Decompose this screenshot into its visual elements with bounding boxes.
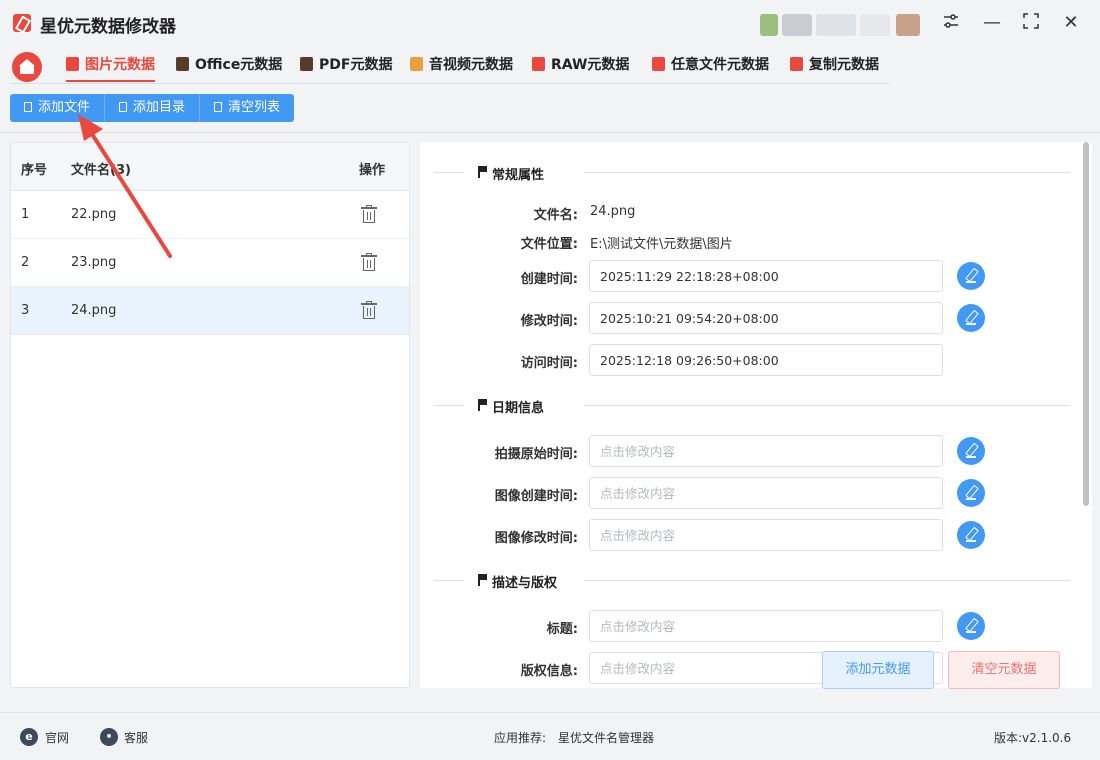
- edit-created-time-button[interactable]: [957, 262, 985, 290]
- raw-icon: [532, 57, 545, 71]
- edit-image-created-button[interactable]: [957, 479, 985, 507]
- website-icon: e: [20, 728, 38, 746]
- row-filename: 22.png: [71, 207, 117, 222]
- delete-icon[interactable]: [361, 205, 377, 223]
- copyright-label: 版权信息:: [520, 664, 578, 679]
- copy-icon: [790, 57, 803, 71]
- file-row[interactable]: 1 22.png: [11, 191, 409, 239]
- file-row-selected[interactable]: 3 24.png: [11, 287, 409, 335]
- edit-image-modified-button[interactable]: [957, 521, 985, 549]
- tab-office-metadata[interactable]: Office元数据: [176, 48, 282, 82]
- toolbar: 添加文件 添加目录 清空列表: [10, 94, 295, 122]
- folder-icon: [119, 102, 128, 112]
- maximize-button[interactable]: [1020, 12, 1042, 34]
- add-directory-button[interactable]: 添加目录: [105, 94, 201, 122]
- tab-any-file-metadata[interactable]: 任意文件元数据: [652, 48, 769, 82]
- image-created-input[interactable]: [589, 477, 943, 509]
- file-row[interactable]: 2 23.png: [11, 239, 409, 287]
- filename-value: 24.png: [590, 204, 636, 219]
- trash-icon: [214, 102, 223, 112]
- delete-icon[interactable]: [361, 253, 377, 271]
- home-button[interactable]: [12, 52, 42, 82]
- tab-image-metadata[interactable]: 图片元数据: [66, 48, 155, 82]
- accessed-time-label: 访问时间:: [520, 356, 578, 371]
- app-logo-icon: [13, 14, 31, 32]
- pdf-icon: [300, 57, 313, 71]
- row-index: 3: [21, 303, 30, 318]
- add-metadata-button[interactable]: 添加元数据: [822, 651, 934, 689]
- office-icon: [176, 57, 189, 71]
- clear-metadata-button[interactable]: 清空元数据: [948, 651, 1060, 689]
- row-filename: 24.png: [71, 303, 117, 318]
- file-list-panel: 序号 文件名(3) 操作 1 22.png 2 23.png 3 24.png: [10, 142, 410, 688]
- created-time-input[interactable]: [589, 260, 943, 292]
- file-list-header: 序号 文件名(3) 操作: [11, 143, 409, 191]
- tab-pdf-metadata[interactable]: PDF元数据: [300, 48, 392, 82]
- website-link[interactable]: 官网: [45, 729, 69, 746]
- section-general: 常规属性: [434, 163, 1070, 183]
- shot-time-input[interactable]: [589, 435, 943, 467]
- shot-time-label: 拍摄原始时间:: [494, 447, 578, 462]
- accessed-time-input[interactable]: [589, 344, 943, 376]
- app-title: 星优元数据修改器: [40, 17, 176, 37]
- minimize-button[interactable]: —: [981, 12, 1003, 34]
- location-label: 文件位置:: [520, 237, 578, 252]
- user-avatar[interactable]: [760, 14, 920, 36]
- tab-media-metadata[interactable]: 音视频元数据: [410, 48, 513, 82]
- flag-icon: [478, 574, 487, 586]
- title-input[interactable]: [589, 610, 943, 642]
- title-bar: 星优元数据修改器 — ✕: [0, 0, 1100, 46]
- row-index: 2: [21, 255, 30, 270]
- media-icon: [410, 57, 423, 71]
- maximize-icon: [1023, 13, 1039, 29]
- row-index: 1: [21, 207, 30, 222]
- header-action: 操作: [359, 163, 386, 178]
- scrollbar[interactable]: [1083, 142, 1089, 506]
- image-icon: [66, 57, 79, 71]
- support-link[interactable]: 客服: [124, 729, 148, 746]
- location-value: E:\测试文件\元数据\图片: [590, 237, 733, 252]
- sliders-icon: [944, 14, 958, 28]
- section-description: 描述与版权: [434, 571, 1070, 591]
- recommend-label: 应用推荐:: [494, 731, 547, 745]
- modified-time-label: 修改时间:: [520, 314, 578, 329]
- recommend-app-link[interactable]: 星优文件名管理器: [558, 729, 654, 746]
- chat-icon: •: [100, 728, 118, 746]
- filename-label: 文件名:: [533, 208, 578, 223]
- flag-icon: [478, 399, 487, 411]
- close-button[interactable]: ✕: [1060, 12, 1082, 34]
- image-modified-label: 图像修改时间:: [494, 531, 578, 546]
- header-index: 序号: [21, 163, 48, 178]
- delete-icon[interactable]: [361, 301, 377, 319]
- file-icon: [652, 57, 665, 71]
- clear-list-button[interactable]: 清空列表: [200, 94, 295, 122]
- created-time-label: 创建时间:: [520, 272, 578, 287]
- title-label: 标题:: [546, 622, 578, 637]
- row-filename: 23.png: [71, 255, 117, 270]
- image-modified-input[interactable]: [589, 519, 943, 551]
- modified-time-input[interactable]: [589, 302, 943, 334]
- tab-raw-metadata[interactable]: RAW元数据: [532, 48, 629, 82]
- edit-modified-time-button[interactable]: [957, 304, 985, 332]
- edit-shot-time-button[interactable]: [957, 437, 985, 465]
- version-text: 版本:v2.1.0.6: [994, 731, 1072, 745]
- footer: e 官网 • 客服 应用推荐: 星优文件名管理器 版本:v2.1.0.6: [0, 712, 1100, 760]
- flag-icon: [478, 166, 487, 178]
- tab-copy-metadata[interactable]: 复制元数据: [790, 48, 879, 82]
- settings-icon[interactable]: [940, 12, 962, 34]
- edit-title-button[interactable]: [957, 612, 985, 640]
- divider: [0, 132, 1100, 133]
- file-icon: [24, 102, 32, 112]
- section-date: 日期信息: [434, 396, 1070, 416]
- tab-bar: 图片元数据 Office元数据 PDF元数据 音视频元数据 RAW元数据 任意文…: [10, 48, 890, 84]
- add-file-button[interactable]: 添加文件: [10, 94, 106, 122]
- header-filename: 文件名(3): [71, 163, 131, 178]
- image-created-label: 图像创建时间:: [494, 489, 578, 504]
